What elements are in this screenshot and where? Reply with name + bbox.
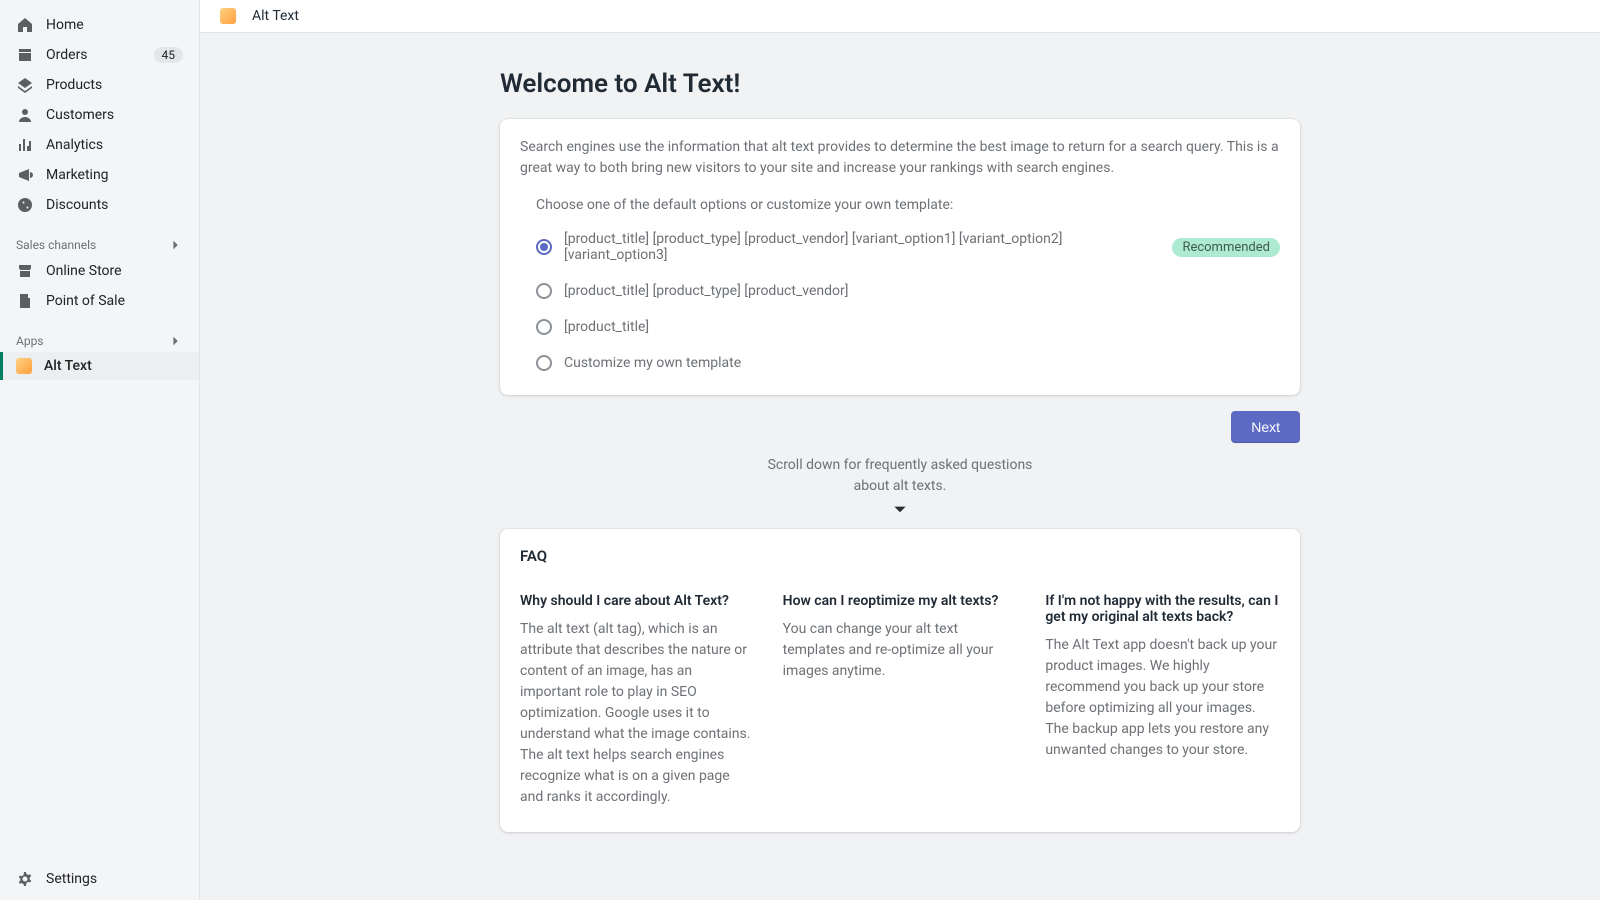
- faq-question: Why should I care about Alt Text?: [520, 583, 755, 609]
- faq-card: FAQ Why should I care about Alt Text? The…: [500, 529, 1300, 832]
- customers-icon: [16, 106, 34, 124]
- faq-grid: Why should I care about Alt Text? The alt…: [520, 583, 1280, 808]
- apps-header[interactable]: Apps: [0, 326, 199, 352]
- radio-label: [product_title]: [564, 319, 649, 335]
- card-description: Search engines use the information that …: [500, 119, 1300, 189]
- sidebar-item-products[interactable]: Products: [0, 70, 199, 100]
- sidebar: Home Orders 45 Products Customers Analytics Ma…: [0, 0, 200, 900]
- topbar: Alt Text: [200, 0, 1600, 33]
- faq-answer: The alt text (alt tag), which is an attr…: [520, 619, 755, 808]
- marketing-icon: [16, 166, 34, 184]
- alttext-app-icon: [16, 358, 32, 374]
- nav-label: Marketing: [46, 167, 109, 183]
- radio-icon: [536, 239, 552, 255]
- apps-header-label: Apps: [16, 334, 44, 348]
- pos-icon: [16, 292, 34, 310]
- content: Welcome to Alt Text! Search engines use …: [500, 33, 1300, 888]
- gear-icon: [16, 870, 34, 888]
- recommended-badge: Recommended: [1172, 238, 1280, 257]
- products-icon: [16, 76, 34, 94]
- actions-row: Next: [500, 411, 1300, 443]
- nav-main: Home Orders 45 Products Customers Analytics Ma…: [0, 10, 199, 220]
- template-option-0[interactable]: [product_title] [product_type] [product_…: [536, 231, 1280, 263]
- settings-link[interactable]: Settings: [0, 864, 199, 894]
- nav-label: Alt Text: [44, 358, 92, 374]
- radio-label: Customize my own template: [564, 355, 741, 371]
- channels-header[interactable]: Sales channels: [0, 230, 199, 256]
- sidebar-item-point-of-sale[interactable]: Point of Sale: [0, 286, 199, 316]
- radio-icon: [536, 319, 552, 335]
- nav-apps: Alt Text: [0, 352, 199, 380]
- store-icon: [16, 262, 34, 280]
- options-block: Choose one of the default options or cus…: [500, 189, 1300, 395]
- nav-label: Analytics: [46, 137, 103, 153]
- sidebar-item-home[interactable]: Home: [0, 10, 199, 40]
- faq-answer: You can change your alt text templates a…: [783, 619, 1018, 682]
- nav-label: Online Store: [46, 263, 122, 279]
- chevron-right-icon: [169, 238, 183, 252]
- chevron-down-icon: [891, 501, 909, 519]
- options-prompt: Choose one of the default options or cus…: [536, 197, 1280, 213]
- settings-label: Settings: [46, 871, 97, 887]
- faq-item-1: How can I reoptimize my alt texts? You ca…: [783, 583, 1018, 808]
- next-button[interactable]: Next: [1231, 411, 1300, 443]
- sidebar-item-orders[interactable]: Orders 45: [0, 40, 199, 70]
- chevron-right-icon: [169, 334, 183, 348]
- alttext-app-icon: [220, 8, 236, 24]
- sidebar-item-online-store[interactable]: Online Store: [0, 256, 199, 286]
- radio-label: [product_title] [product_type] [product_…: [564, 283, 848, 299]
- nav-label: Orders: [46, 47, 88, 63]
- scroll-hint-text: Scroll down for frequently asked questio…: [768, 457, 1033, 494]
- nav-channels: Online Store Point of Sale: [0, 256, 199, 316]
- main: Alt Text Welcome to Alt Text! Search eng…: [200, 0, 1600, 900]
- sidebar-item-discounts[interactable]: Discounts: [0, 190, 199, 220]
- faq-item-0: Why should I care about Alt Text? The alt…: [520, 583, 755, 808]
- nav-label: Discounts: [46, 197, 108, 213]
- faq-item-2: If I'm not happy with the results, can I…: [1045, 583, 1280, 808]
- faq-question: How can I reoptimize my alt texts?: [783, 583, 1018, 609]
- nav-label: Customers: [46, 107, 114, 123]
- radio-label: [product_title] [product_type] [product_…: [564, 231, 1162, 263]
- home-icon: [16, 16, 34, 34]
- sidebar-item-alt-text[interactable]: Alt Text: [0, 352, 199, 380]
- scroll-hint: Scroll down for frequently asked questio…: [760, 455, 1040, 519]
- faq-question: If I'm not happy with the results, can I…: [1045, 583, 1280, 625]
- analytics-icon: [16, 136, 34, 154]
- radio-icon: [536, 283, 552, 299]
- faq-answer: The Alt Text app doesn't back up your pr…: [1045, 635, 1280, 761]
- orders-icon: [16, 46, 34, 64]
- discounts-icon: [16, 196, 34, 214]
- channels-header-label: Sales channels: [16, 238, 96, 252]
- template-option-1[interactable]: [product_title] [product_type] [product_…: [536, 283, 1280, 299]
- page-title: Welcome to Alt Text!: [500, 69, 1300, 99]
- nav-badge: 45: [154, 47, 184, 63]
- template-option-3[interactable]: Customize my own template: [536, 355, 1280, 371]
- sidebar-item-marketing[interactable]: Marketing: [0, 160, 199, 190]
- sidebar-item-customers[interactable]: Customers: [0, 100, 199, 130]
- faq-title: FAQ: [520, 547, 1280, 565]
- topbar-app-name: Alt Text: [252, 8, 299, 24]
- nav-label: Home: [46, 17, 84, 33]
- template-option-2[interactable]: [product_title]: [536, 319, 1280, 335]
- nav-label: Point of Sale: [46, 293, 125, 309]
- nav-label: Products: [46, 77, 102, 93]
- radio-icon: [536, 355, 552, 371]
- template-card: Search engines use the information that …: [500, 119, 1300, 395]
- sidebar-item-analytics[interactable]: Analytics: [0, 130, 199, 160]
